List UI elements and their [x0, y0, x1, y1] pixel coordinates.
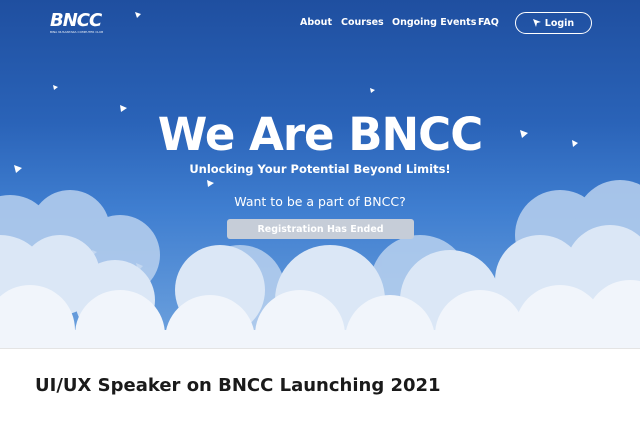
- article-title[interactable]: UI/UX Speaker on BNCC Launching 2021: [35, 375, 441, 396]
- hero-question: Want to be a part of BNCC?: [234, 194, 406, 209]
- nav-about-link[interactable]: About: [300, 17, 332, 28]
- section-divider: [0, 348, 640, 349]
- login-arrow-icon: [532, 19, 541, 27]
- registration-button[interactable]: Registration Has Ended: [227, 219, 414, 239]
- paper-plane-icon: [370, 88, 375, 93]
- login-label: Login: [544, 17, 575, 29]
- nav-courses-link[interactable]: Courses: [341, 17, 384, 28]
- nav-faq-link[interactable]: FAQ: [478, 17, 499, 28]
- paper-plane-icon: [53, 85, 58, 90]
- hero-banner: BNCC BINA NUSANTARA COMPUTER CLUB About …: [0, 0, 640, 348]
- nav-ongoing-events-link[interactable]: Ongoing Events: [392, 17, 476, 28]
- login-button[interactable]: Login: [515, 12, 592, 34]
- hero-title: We Are BNCC: [157, 108, 483, 161]
- hero-subtitle: Unlocking Your Potential Beyond Limits!: [189, 162, 451, 176]
- paper-plane-icon: [207, 180, 214, 187]
